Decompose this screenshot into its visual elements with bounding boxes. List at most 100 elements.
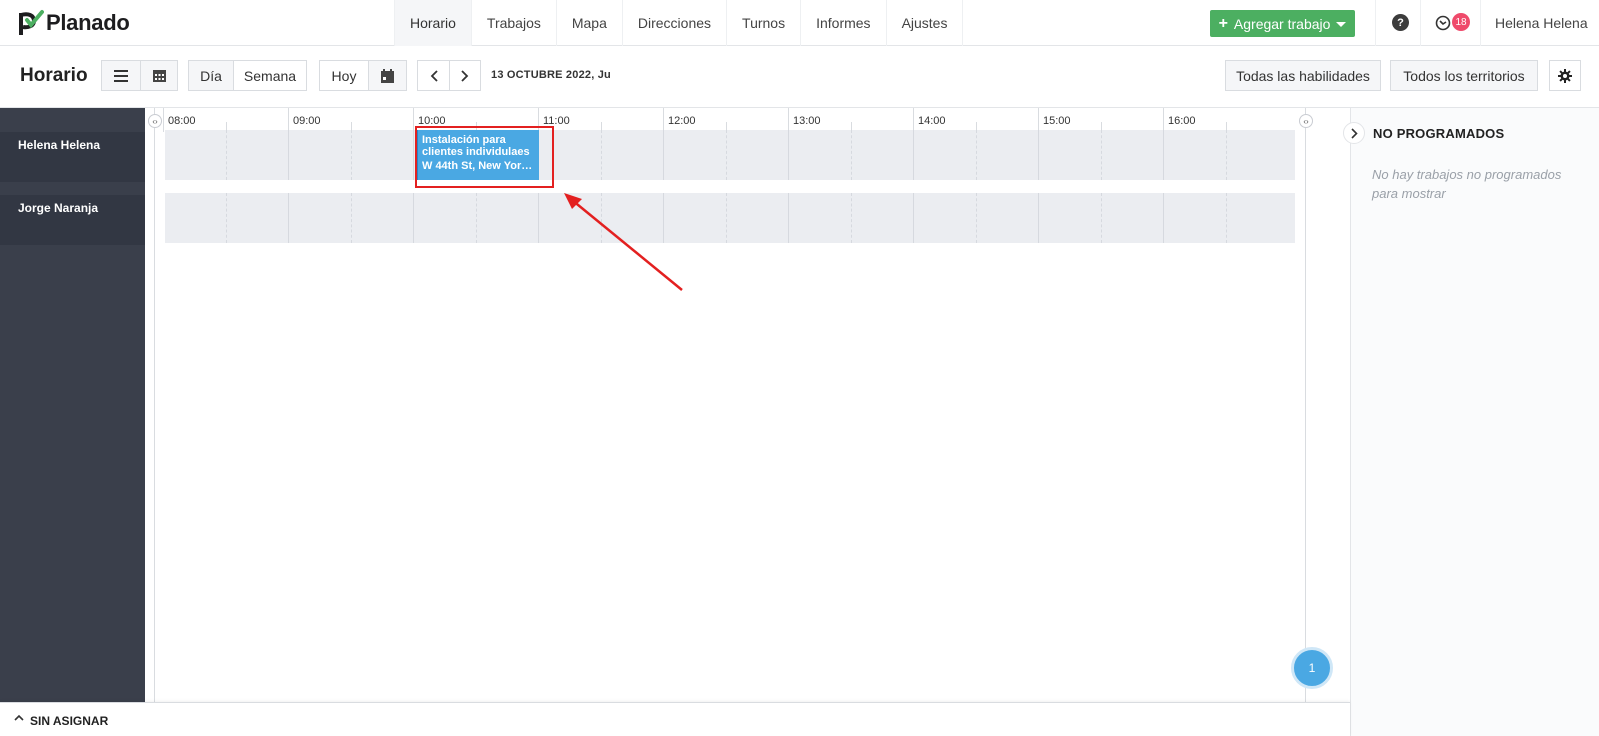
hour-gridline <box>788 130 789 180</box>
hour-tick <box>1038 108 1039 132</box>
unscheduled-empty-message: No hay trabajos no programados para most… <box>1372 167 1562 201</box>
floating-count-badge[interactable]: 1 <box>1291 647 1333 689</box>
hour-gridline <box>1163 193 1164 243</box>
list-view-button[interactable] <box>101 60 141 91</box>
logo[interactable]: Planado <box>18 9 130 37</box>
technician-row[interactable]: Jorge Naranja <box>0 195 145 245</box>
hour-gridline <box>413 130 414 180</box>
today-button[interactable]: Hoy <box>319 60 369 91</box>
highlight-box <box>415 126 554 188</box>
half-hour-gridline <box>225 130 227 180</box>
half-hour-gridline <box>475 193 477 243</box>
divider <box>1375 0 1376 46</box>
hour-tick <box>913 108 914 132</box>
gear-icon <box>1558 68 1572 83</box>
hour-tick <box>663 108 664 132</box>
hour-gridline <box>1163 130 1164 180</box>
technicians-sidebar: Helena Helena Jorge Naranja <box>0 108 145 702</box>
date-picker-button[interactable] <box>368 60 407 91</box>
technician-row[interactable]: Helena Helena <box>0 132 145 182</box>
hour-label: 14:00 <box>918 115 946 127</box>
half-hour-gridline <box>975 193 977 243</box>
previous-day-button[interactable] <box>417 60 450 91</box>
schedule-row[interactable] <box>165 193 1295 243</box>
half-hour-gridline <box>350 130 352 180</box>
grid-border <box>154 108 155 702</box>
territories-filter-button[interactable]: Todos los territorios <box>1390 60 1538 91</box>
hour-gridline <box>288 130 289 180</box>
week-view-button[interactable]: Semana <box>233 60 307 91</box>
hour-gridline <box>413 193 414 243</box>
main-nav-tabs: Horario Trabajos Mapa Direcciones Turnos… <box>394 0 964 46</box>
divider <box>1480 0 1481 46</box>
calendar-view-button[interactable] <box>140 60 178 91</box>
calendar-grid-icon <box>152 70 166 82</box>
half-hour-gridline <box>350 193 352 243</box>
day-view-button[interactable]: Día <box>188 60 234 91</box>
tab-horario[interactable]: Horario <box>394 0 471 46</box>
hour-gridline <box>788 193 789 243</box>
top-navigation: Planado Horario Trabajos Mapa Direccione… <box>0 0 1599 46</box>
caret-down-icon <box>1336 22 1347 27</box>
hour-tick <box>413 108 414 132</box>
collapse-panel-button[interactable] <box>1343 122 1365 144</box>
half-hour-gridline <box>975 130 977 180</box>
hour-gridline <box>1038 193 1039 243</box>
add-job-button[interactable]: + Agregar trabajo <box>1210 10 1355 37</box>
hour-label: 13:00 <box>793 115 821 127</box>
tab-trabajos[interactable]: Trabajos <box>470 0 556 46</box>
technician-name: Jorge Naranja <box>18 201 99 215</box>
half-hour-gridline <box>600 130 602 180</box>
technician-name: Helena Helena <box>18 138 101 152</box>
hour-gridline <box>288 193 289 243</box>
page-title: Horario <box>20 65 88 86</box>
annotation-arrow-icon <box>564 193 683 291</box>
settings-button[interactable] <box>1549 60 1581 91</box>
hour-label: 08:00 <box>168 115 196 127</box>
hour-gridline <box>663 130 664 180</box>
help-icon[interactable]: ? <box>1392 14 1409 31</box>
hour-label: 09:00 <box>293 115 321 127</box>
notification-badge[interactable]: 18 <box>1452 13 1470 31</box>
hour-tick <box>163 108 164 132</box>
user-menu[interactable]: Helena Helena <box>1495 15 1588 31</box>
next-day-button[interactable] <box>449 60 481 91</box>
tab-informes[interactable]: Informes <box>800 0 885 46</box>
tab-ajustes[interactable]: Ajustes <box>885 0 964 46</box>
list-icon <box>114 69 128 82</box>
current-date: 13 OCTUBRE 2022, Ju <box>491 69 611 81</box>
hour-label: 15:00 <box>1043 115 1071 127</box>
tab-direcciones[interactable]: Direcciones <box>621 0 726 46</box>
hour-gridline <box>913 130 914 180</box>
hour-label: 16:00 <box>1168 115 1196 127</box>
expand-left-icon[interactable]: ‹› <box>148 114 162 128</box>
half-hour-gridline <box>225 193 227 243</box>
half-hour-gridline <box>1100 130 1102 180</box>
plus-icon: + <box>1218 14 1228 32</box>
tab-mapa[interactable]: Mapa <box>555 0 622 46</box>
planado-logo-icon <box>19 10 44 35</box>
calendar-icon <box>381 68 394 83</box>
half-hour-gridline <box>725 193 727 243</box>
hour-tick <box>788 108 789 132</box>
expand-right-icon[interactable]: ‹› <box>1299 114 1313 128</box>
hour-tick <box>1163 108 1164 132</box>
half-hour-gridline <box>725 130 727 180</box>
half-hour-gridline <box>1100 193 1102 243</box>
chevron-right-icon <box>461 69 469 82</box>
half-hour-gridline <box>1225 193 1227 243</box>
hour-gridline <box>1038 130 1039 180</box>
unassigned-label: SIN ASIGNAR <box>30 714 109 728</box>
tab-turnos[interactable]: Turnos <box>726 0 800 46</box>
schedule-toolbar: Horario Día Semana Hoy 13 OCTUBRE 2022, … <box>0 47 1599 108</box>
unscheduled-title: NO PROGRAMADOS <box>1373 126 1505 141</box>
unscheduled-panel: NO PROGRAMADOS No hay trabajos no progra… <box>1343 108 1599 736</box>
unassigned-bar[interactable]: SIN ASIGNAR <box>0 702 1350 736</box>
schedule-row[interactable] <box>165 130 1295 180</box>
chevron-left-icon <box>430 69 438 82</box>
skills-filter-button[interactable]: Todas las habilidades <box>1225 60 1381 91</box>
schedule-grid: ‹› ‹› 08:00 09:00 10:00 11:00 12:00 13:00 14:0… <box>145 108 1350 702</box>
time-tracking-icon[interactable] <box>1435 15 1451 31</box>
hour-label: 12:00 <box>668 115 696 127</box>
divider <box>1420 0 1421 46</box>
